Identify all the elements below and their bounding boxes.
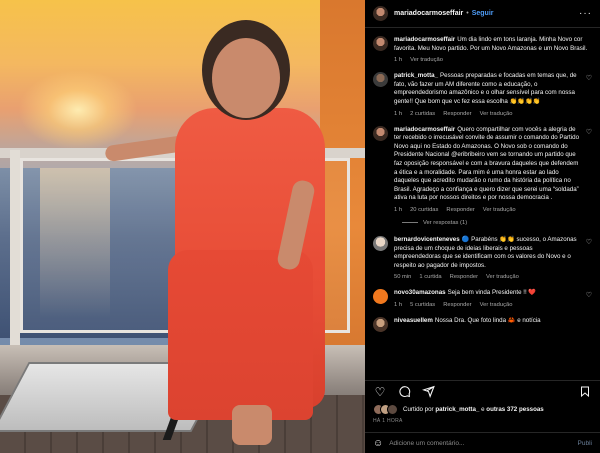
- author-username[interactable]: mariadocarmoseffair: [394, 10, 463, 17]
- publish-button[interactable]: Publi: [578, 440, 592, 447]
- sunset-glow: [18, 70, 138, 150]
- comment-time: 1 h: [394, 301, 403, 308]
- comment-item: mariadocarmoseffair Quero compartilhar co…: [373, 125, 592, 213]
- view-replies-label[interactable]: Ver respostas (1): [423, 220, 467, 226]
- comment-username[interactable]: novo30amazonas: [394, 289, 446, 296]
- view-replies[interactable]: Ver respostas (1): [402, 220, 592, 226]
- comment-username[interactable]: mariadocarmoseffair: [394, 36, 455, 43]
- likes-others[interactable]: outras 372 pessoas: [486, 406, 543, 413]
- woman-legs: [232, 405, 272, 445]
- comment-avatar[interactable]: [373, 235, 388, 251]
- post-actions: ♡: [365, 380, 600, 402]
- translate-link[interactable]: Ver tradução: [410, 57, 443, 63]
- comment-like-heart-icon[interactable]: ♡: [586, 291, 592, 308]
- comment-item: mariadocarmoseffair Um dia lindo em tons …: [373, 36, 592, 63]
- post-header: mariadocarmoseffair • Seguir ···: [365, 0, 600, 28]
- comment-avatar[interactable]: [373, 72, 388, 88]
- reply-link[interactable]: Responder: [450, 274, 478, 280]
- comment-username[interactable]: mariadocarmoseffair: [394, 126, 455, 133]
- post-photo[interactable]: [0, 0, 365, 453]
- translate-link[interactable]: Ver tradução: [480, 302, 513, 308]
- comment-likes[interactable]: 5 curtidas: [410, 302, 435, 308]
- comment-likes[interactable]: 1 curtida: [419, 274, 441, 280]
- comment-avatar[interactable]: [373, 289, 388, 305]
- comment-item: bernardovicenteneves 🔵 Parabéns 👏👏 sucess…: [373, 235, 592, 281]
- comment-item: novo30amazonas Seja bem vinda Presidente …: [373, 289, 592, 308]
- comment-like-heart-icon[interactable]: ♡: [586, 238, 592, 280]
- comment-like-heart-icon[interactable]: ♡: [586, 74, 592, 116]
- translate-link[interactable]: Ver tradução: [486, 274, 519, 280]
- comments-panel: mariadocarmoseffair • Seguir ··· mariado…: [365, 0, 600, 453]
- emoji-icon[interactable]: ☺: [373, 438, 383, 449]
- reply-link[interactable]: Responder: [443, 302, 471, 308]
- translate-link[interactable]: Ver tradução: [483, 207, 516, 213]
- comment-item: niveasuellem Nossa Dra. Que foto linda 🦀 …: [373, 316, 592, 332]
- reply-link[interactable]: Responder: [443, 111, 471, 117]
- reply-link[interactable]: Responder: [446, 207, 474, 213]
- comment-text: Nossa Dra. Que foto linda 🦀 e notícia: [434, 316, 541, 324]
- comment-time: 1 h: [394, 57, 403, 64]
- comment-like-heart-icon[interactable]: ♡: [586, 128, 592, 213]
- comment-input[interactable]: [389, 439, 572, 447]
- likes-middle: e: [481, 406, 485, 413]
- liker-avatars[interactable]: [373, 404, 398, 415]
- replies-line: [402, 222, 418, 224]
- separator-dot: •: [466, 10, 469, 17]
- follow-button[interactable]: Seguir: [472, 10, 494, 17]
- balcony-post: [10, 150, 20, 365]
- add-comment-bar: ☺ Publi: [365, 432, 600, 453]
- comment-username[interactable]: patrick_motta_: [394, 72, 438, 79]
- comment-likes[interactable]: 2 curtidas: [410, 111, 435, 117]
- comments-list[interactable]: mariadocarmoseffair Um dia lindo em tons …: [365, 30, 600, 378]
- comment-item: patrick_motta_ Pessoas preparadas e focad…: [373, 72, 592, 117]
- author-avatar[interactable]: [373, 6, 388, 21]
- comment-avatar[interactable]: [373, 36, 388, 51]
- comment-text: Seja bem vinda Presidente !! ❤️: [447, 289, 537, 297]
- liker-username[interactable]: patrick_motta_: [435, 406, 479, 413]
- comment-likes[interactable]: 20 curtidas: [410, 207, 438, 213]
- likes-summary: Curtido por patrick_motta_ e outras 372 …: [373, 404, 592, 415]
- comment-username[interactable]: bernardovicenteneves: [394, 236, 460, 243]
- bookmark-icon[interactable]: [578, 385, 592, 399]
- comment-time: 1 h: [394, 206, 403, 213]
- comment-text: Quero compartilhar com vocês a alegria d…: [394, 125, 580, 202]
- post-time[interactable]: HÁ 1 HORA: [373, 418, 403, 424]
- heart-icon[interactable]: ♡: [373, 385, 387, 399]
- woman-head: [212, 38, 280, 118]
- share-icon[interactable]: [421, 385, 435, 399]
- comment-avatar[interactable]: [373, 316, 388, 332]
- comment-time: 1 h: [394, 110, 403, 117]
- woman-dress-skirt: [168, 250, 313, 420]
- comment-time: 50 min: [394, 274, 412, 281]
- comment-username[interactable]: niveasuellem: [394, 317, 433, 324]
- comment-icon[interactable]: [397, 385, 411, 399]
- comment-avatar[interactable]: [373, 125, 388, 141]
- likes-prefix: Curtido por: [403, 406, 434, 413]
- translate-link[interactable]: Ver tradução: [480, 111, 513, 117]
- more-options-icon[interactable]: ···: [579, 8, 592, 19]
